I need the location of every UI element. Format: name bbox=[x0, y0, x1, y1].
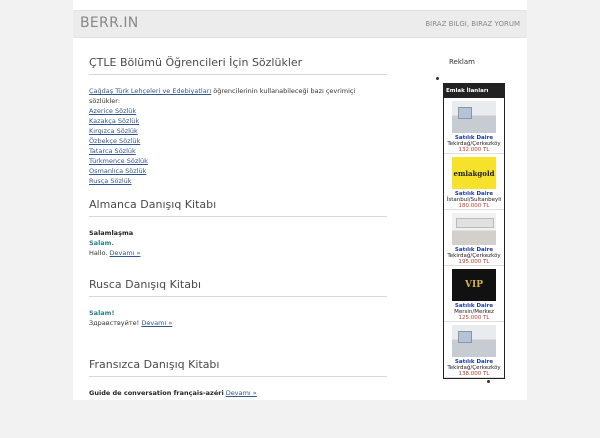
dictionary-link-azerice[interactable]: Azerice Sözlük bbox=[89, 107, 136, 115]
main-content: ÇTLE Bölümü Öğrencileri İçin Sözlükler Ç… bbox=[89, 56, 387, 438]
room-photo-icon[interactable] bbox=[452, 325, 496, 357]
post-line: Здравствуйте! Devamı » bbox=[89, 318, 387, 328]
sidebar: Reklam Emlak İlanları Satılık Daire Teki… bbox=[436, 58, 509, 379]
room-photo-icon[interactable] bbox=[452, 101, 496, 133]
logo-text: emlakgold bbox=[453, 168, 495, 178]
post: Almanca Danışıq Kitabı Salamlaşma Salam.… bbox=[89, 198, 387, 278]
post-intro: Çağdaş Türk Lehçeleri ve Edebiyatları öğ… bbox=[89, 86, 387, 106]
read-more-link[interactable]: Devamı » bbox=[141, 319, 172, 327]
bullet-icon bbox=[487, 380, 490, 383]
dictionary-list: Azerice Sözlük Kazakça Sözlük Kırgızca S… bbox=[89, 106, 387, 186]
post-line: Hallo. Devamı » bbox=[89, 248, 387, 258]
ad-item[interactable]: Satılık Daire Tekirdağ/Çerkezköy 195.000… bbox=[444, 210, 504, 266]
ad-price: 195.000 TL bbox=[458, 259, 490, 265]
post-text: Hallo. bbox=[89, 249, 108, 257]
post-body: Çağdaş Türk Lehçeleri ve Edebiyatları öğ… bbox=[89, 86, 387, 186]
dictionary-link-kirgizca[interactable]: Kırgızca Sözlük bbox=[89, 127, 138, 135]
post: Fransızca Danışıq Kitabı Guide de conver… bbox=[89, 358, 387, 438]
ad-price: 138.000 TL bbox=[458, 371, 490, 377]
list-item: Kırgızca Sözlük bbox=[89, 126, 387, 136]
post-body: Salam! Здравствуйте! Devamı » bbox=[89, 308, 387, 328]
dictionary-link-ozbekce[interactable]: Özbekçe Sözlük bbox=[89, 137, 140, 145]
post-title[interactable]: Fransızca Danışıq Kitabı bbox=[89, 358, 387, 377]
list-item: Azerice Sözlük bbox=[89, 106, 387, 116]
post-body: Salamlaşma Salam. Hallo. Devamı » bbox=[89, 228, 387, 258]
post-line: Guide de conversation français-azéri Dev… bbox=[89, 388, 387, 398]
bullet-icon bbox=[436, 77, 439, 80]
ad-item[interactable]: VIP Satılık Daire Mersin/Merkez 125.000 … bbox=[444, 266, 504, 322]
kitchen-photo-icon[interactable] bbox=[452, 213, 496, 245]
post-body: Guide de conversation français-azéri Dev… bbox=[89, 388, 387, 398]
logo-text: VIP bbox=[465, 280, 483, 290]
list-item: Özbekçe Sözlük bbox=[89, 136, 387, 146]
dictionary-link-rusca[interactable]: Rusça Sözlük bbox=[89, 177, 132, 185]
post-title[interactable]: ÇTLE Bölümü Öğrencileri İçin Sözlükler bbox=[89, 56, 387, 75]
post: Rusca Danışıq Kitabı Salam! Здравствуйте… bbox=[89, 278, 387, 358]
post-text: Guide de conversation français-azéri bbox=[89, 389, 224, 397]
list-item: Kazakça Sözlük bbox=[89, 116, 387, 126]
list-item: Rusça Sözlük bbox=[89, 176, 387, 186]
ad-price: 132.000 TL bbox=[458, 147, 490, 153]
list-item: Türkmence Sözlük bbox=[89, 156, 387, 166]
vip-badge-icon[interactable]: VIP bbox=[452, 269, 496, 301]
widget-title: Emlak İlanları bbox=[444, 84, 504, 98]
list-item: Osmanlıca Sözlük bbox=[89, 166, 387, 176]
site-title[interactable]: BERR.IN bbox=[80, 15, 139, 31]
post-text: Здравствуйте! bbox=[89, 319, 140, 327]
post: ÇTLE Bölümü Öğrencileri İçin Sözlükler Ç… bbox=[89, 56, 387, 198]
post-line: Salamlaşma bbox=[89, 229, 134, 237]
emlakgold-logo-icon[interactable]: emlakgold bbox=[452, 157, 496, 189]
real-estate-widget: Emlak İlanları Satılık Daire Tekirdağ/Çe… bbox=[443, 83, 505, 379]
dictionary-link-turkmence[interactable]: Türkmence Sözlük bbox=[89, 157, 148, 165]
post-title[interactable]: Almanca Danışıq Kitabı bbox=[89, 198, 387, 217]
ad-price: 180.000 TL bbox=[458, 203, 490, 209]
ad-item[interactable]: Satılık Daire Tekirdağ/Çerkezköy 138.000… bbox=[444, 322, 504, 378]
dictionary-link-tatarca[interactable]: Tatarca Sözlük bbox=[89, 147, 136, 155]
ad-item[interactable]: emlakgold Satılık Daire İstanbul/Sultanb… bbox=[444, 154, 504, 210]
dictionary-link-kazakca[interactable]: Kazakça Sözlük bbox=[89, 117, 139, 125]
read-more-link[interactable]: Devamı » bbox=[110, 249, 141, 257]
post-title[interactable]: Rusca Danışıq Kitabı bbox=[89, 278, 387, 297]
ad-price: 125.000 TL bbox=[458, 315, 490, 321]
list-item: Tatarca Sözlük bbox=[89, 146, 387, 156]
site-tagline: BIRAZ BILGI, BIRAZ YORUM bbox=[425, 20, 520, 28]
post-line: Salam. bbox=[89, 239, 114, 247]
sidebar-title: Reklam bbox=[449, 58, 475, 66]
page: BERR.IN BIRAZ BILGI, BIRAZ YORUM ÇTLE Bö… bbox=[73, 0, 527, 400]
dictionary-link-osmanlica[interactable]: Osmanlıca Sözlük bbox=[89, 167, 146, 175]
intro-link[interactable]: Çağdaş Türk Lehçeleri ve Edebiyatları bbox=[89, 87, 211, 95]
post-line: Salam! bbox=[89, 309, 115, 317]
site-header: BERR.IN BIRAZ BILGI, BIRAZ YORUM bbox=[73, 10, 527, 38]
ad-item[interactable]: Satılık Daire Tekirdağ/Çerkezköy 132.000… bbox=[444, 98, 504, 154]
read-more-link[interactable]: Devamı » bbox=[226, 389, 257, 397]
